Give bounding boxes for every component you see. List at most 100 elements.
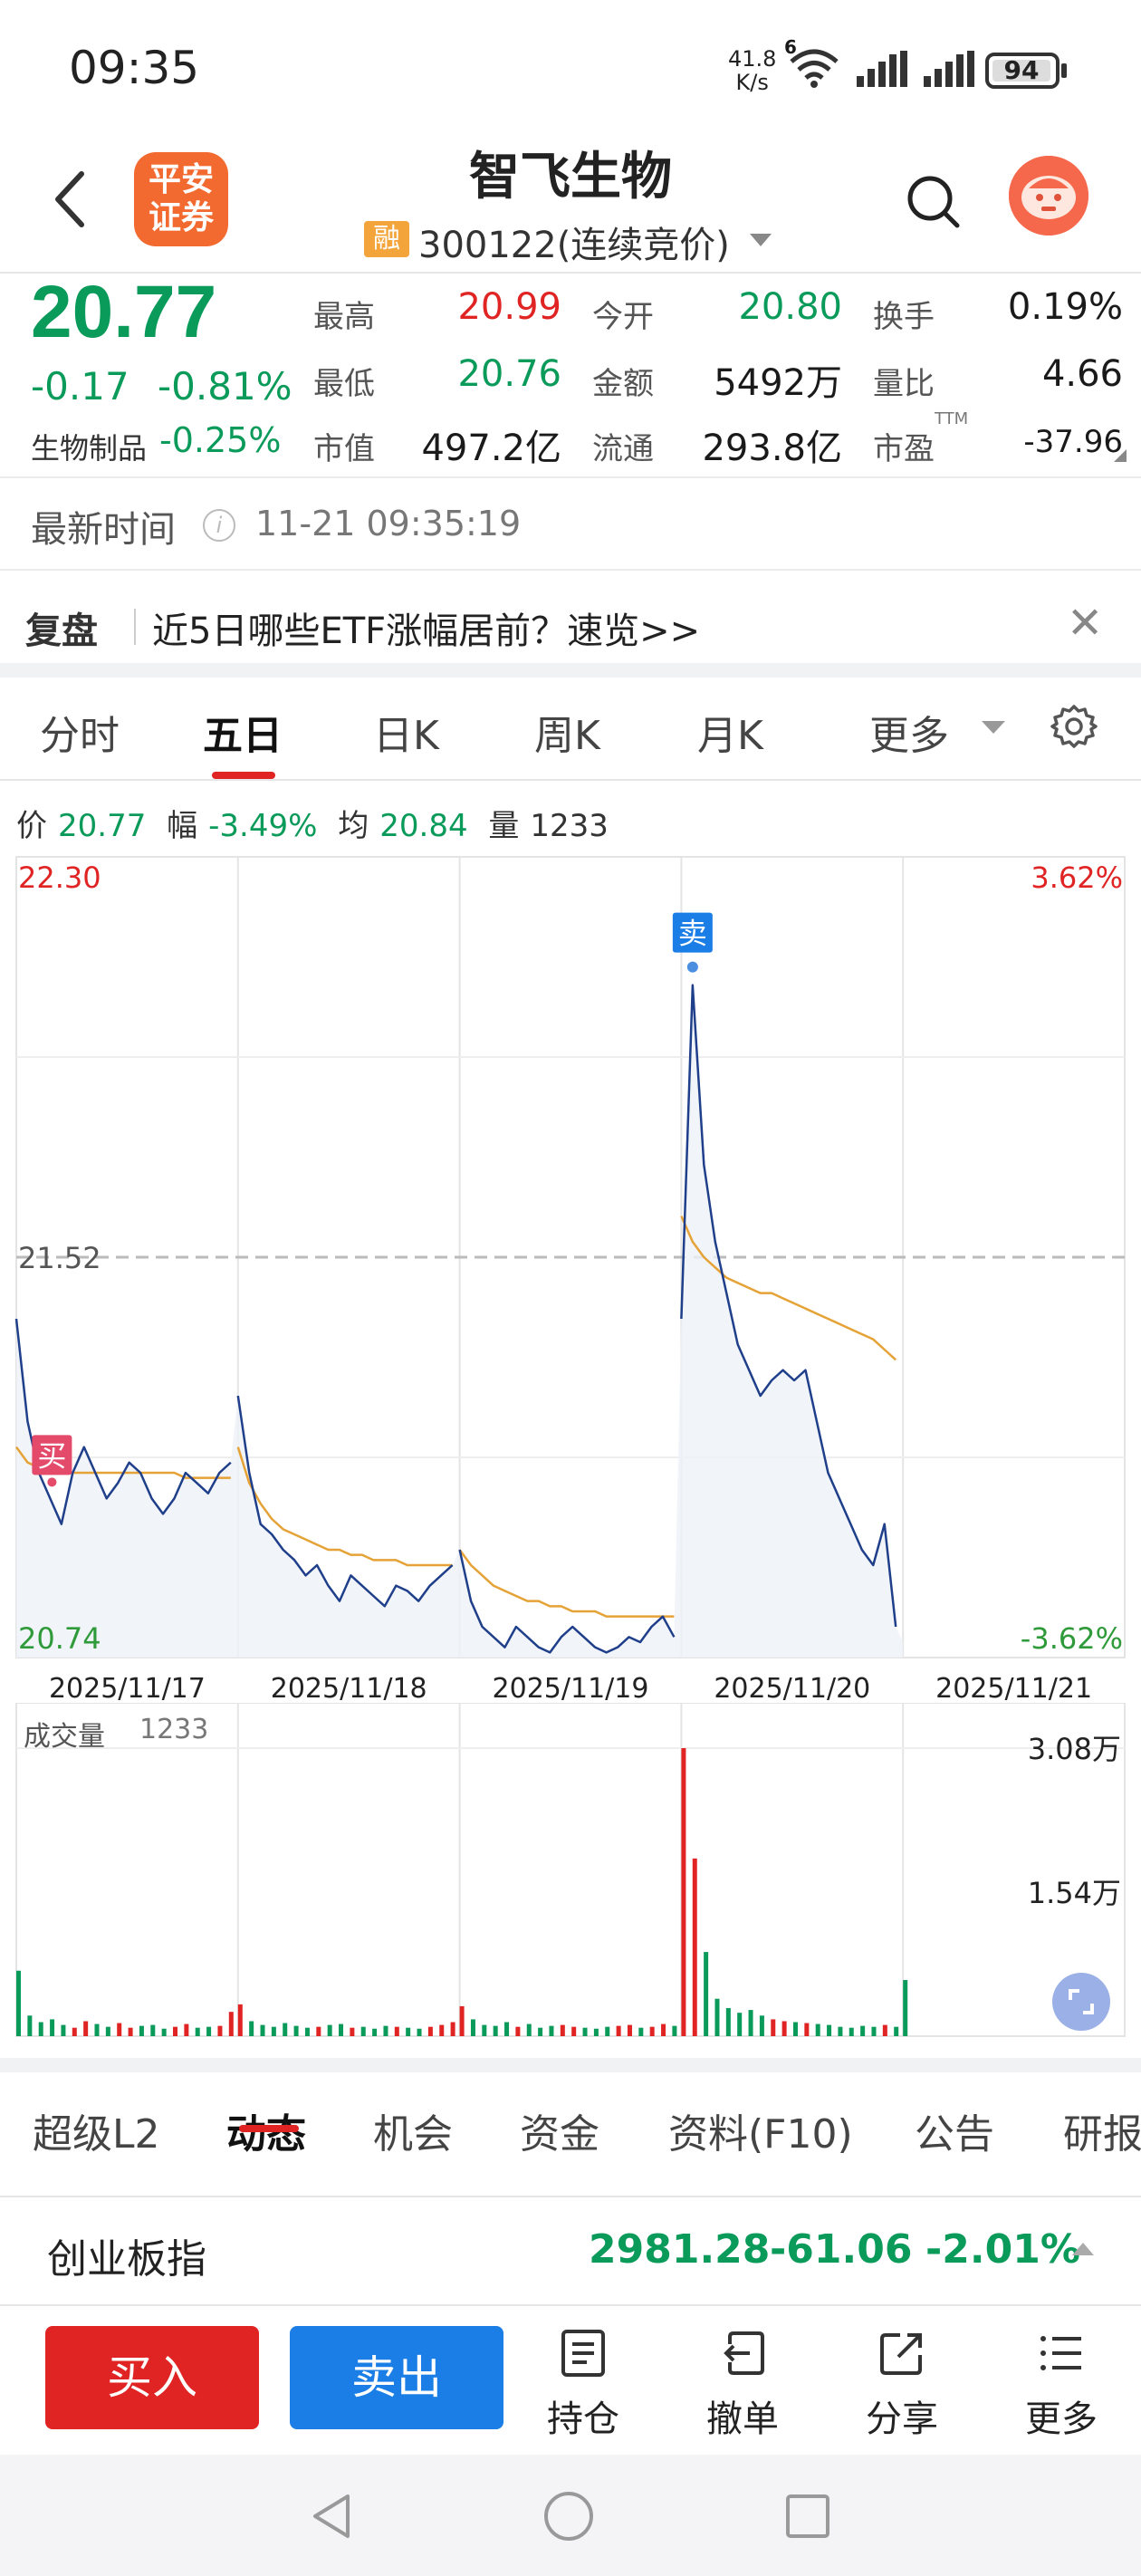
volume-bar: [482, 2024, 487, 2036]
volume-bar: [360, 2026, 366, 2036]
volume-bar: [383, 2025, 388, 2036]
pe-ttm-superscript: TTM: [935, 409, 969, 428]
tab-daily-k[interactable]: 日K: [373, 703, 439, 761]
app-logo: 平安证券: [134, 152, 228, 246]
system-navigation-bar: [0, 2455, 1141, 2576]
network-speed-unit: K/s: [735, 70, 769, 95]
volume-bar: [627, 2024, 632, 2036]
wifi-label: 6: [784, 36, 797, 58]
tab-announcements[interactable]: 公告: [915, 2101, 994, 2159]
index-change-pct: -2.01%: [925, 2226, 1080, 2273]
volume-bar: [38, 2022, 43, 2036]
quote-field-value: 293.8亿: [702, 428, 842, 469]
index-name[interactable]: 创业板指: [47, 2226, 206, 2284]
sell-button[interactable]: 卖出: [290, 2326, 503, 2429]
buy-marker-dot: [47, 1477, 57, 1487]
chevron-down-icon[interactable]: [982, 721, 1005, 734]
tab-super-l2[interactable]: 超级L2: [33, 2101, 160, 2159]
divider: [134, 609, 136, 645]
volume-bar: [260, 2024, 265, 2036]
sector-name[interactable]: 生物制品: [31, 426, 147, 467]
tab-research[interactable]: 研报: [1063, 2101, 1141, 2159]
share-button[interactable]: 分享: [848, 2328, 956, 2442]
replay-link[interactable]: 近5日哪些ETF涨幅居前？速览>>: [152, 601, 700, 654]
divider: [0, 2304, 1141, 2306]
volume-bar: [470, 2019, 475, 2036]
chevron-down-icon[interactable]: [750, 234, 772, 246]
cancel-order-label: 撤单: [706, 2398, 779, 2440]
volume-bar: [871, 2026, 877, 2036]
tab-more[interactable]: 更多: [869, 703, 949, 761]
divider: [0, 569, 1141, 571]
tab-monthly-k[interactable]: 月K: [697, 703, 763, 761]
chevron-up-icon[interactable]: [1072, 2243, 1094, 2255]
index-value: 2981.28: [589, 2226, 771, 2273]
assistant-avatar-icon[interactable]: [1009, 156, 1088, 235]
corner-expand-icon[interactable]: [1114, 449, 1127, 462]
quote-field-value: 0.19%: [1007, 286, 1123, 328]
quote-field-value: 20.99: [457, 286, 561, 328]
volume-bar: [737, 2013, 743, 2036]
section-separator: [0, 2058, 1141, 2072]
index-change: -61.06: [770, 2226, 913, 2273]
volume-bar: [759, 2015, 764, 2036]
tab-f10[interactable]: 资料(F10): [668, 2101, 853, 2159]
tab-five-day[interactable]: 五日: [203, 703, 283, 761]
tab-opportunity[interactable]: 机会: [373, 2101, 453, 2159]
info-icon[interactable]: i: [203, 509, 235, 542]
x-axis-date-label: 2025/11/17: [49, 1673, 206, 1703]
x-axis-date-label: 2025/11/21: [935, 1673, 1092, 1703]
volume-bar: [94, 2023, 100, 2036]
close-icon[interactable]: ✕: [1067, 598, 1103, 649]
volume-bar: [903, 1980, 908, 2036]
more-button[interactable]: 更多: [1007, 2328, 1116, 2442]
network-speed: 41.8 K/s: [728, 47, 776, 94]
volume-bar: [417, 2028, 422, 2036]
volume-bar: [894, 2026, 899, 2036]
active-tab-indicator: [239, 2125, 299, 2132]
volume-bar: [117, 2023, 122, 2036]
holdings-icon: [561, 2330, 605, 2377]
tab-funds[interactable]: 资金: [520, 2101, 599, 2159]
volume-bar: [16, 1970, 21, 2036]
nav-back-icon[interactable]: [304, 2489, 359, 2543]
gear-icon[interactable]: [1050, 703, 1098, 754]
buy-button[interactable]: 买入: [45, 2326, 259, 2429]
volume-bar: [406, 2027, 411, 2036]
volume-bar: [560, 2024, 565, 2036]
volume-bar: [339, 2023, 344, 2036]
volume-bar: [394, 2026, 399, 2036]
chart-info-row: 价 20.77 幅 -3.49% 均 20.84 量 1233: [16, 801, 619, 845]
volume-bar: [105, 2026, 110, 2036]
back-icon[interactable]: [47, 163, 92, 235]
volume-max-label: 3.08万: [1028, 1732, 1121, 1766]
chart-price: 20.77: [58, 808, 147, 844]
nav-home-icon[interactable]: [542, 2489, 596, 2543]
share-label: 分享: [866, 2398, 938, 2440]
divider: [0, 779, 1141, 781]
nav-recents-icon[interactable]: [781, 2489, 835, 2543]
volume-bar: [161, 2028, 167, 2036]
search-icon[interactable]: [906, 174, 962, 234]
volume-bar: [184, 2023, 189, 2036]
sector-change-pct[interactable]: -0.25%: [159, 420, 281, 460]
volume-bar: [61, 2024, 66, 2036]
volume-bar: [271, 2026, 276, 2036]
tab-intraday[interactable]: 分时: [40, 703, 120, 761]
quote-field-value: 20.80: [738, 286, 842, 328]
right-axis-max-label: 3.62%: [1031, 860, 1123, 895]
battery-icon: 94: [985, 53, 1060, 89]
quote-field-value: 5492万: [714, 362, 842, 404]
cancel-order-button[interactable]: 撤单: [688, 2328, 797, 2442]
volume-bar: [304, 2027, 310, 2036]
five-day-price-chart[interactable]: 22.30 21.52 20.74 3.62% -3.62% 2025/11/17 2025…: [0, 851, 1141, 1703]
holdings-button[interactable]: 持仓: [529, 2328, 638, 2442]
tab-weekly-k[interactable]: 周K: [534, 703, 600, 761]
volume-chart[interactable]: 3.08万 1.54万: [0, 1703, 1141, 2047]
fullscreen-icon[interactable]: [1052, 1973, 1110, 2031]
quote-field-value: 4.66: [1041, 353, 1123, 395]
volume-bar: [237, 2004, 243, 2036]
section-separator: [0, 663, 1141, 678]
stock-code[interactable]: 300122(连续竞价): [418, 216, 730, 268]
volume-bar: [849, 2027, 854, 2036]
